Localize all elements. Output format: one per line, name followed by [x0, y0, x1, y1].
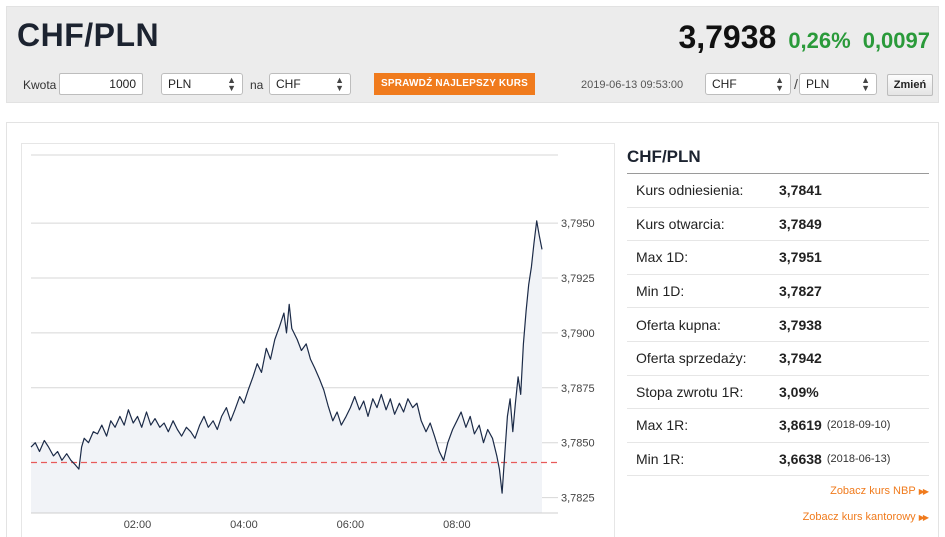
- stats-label: Min 1D:: [636, 283, 685, 300]
- stats-label: Max 1D:: [636, 249, 689, 266]
- base-currency-value: CHF: [712, 77, 737, 91]
- x-tick-label: 04:00: [230, 519, 258, 531]
- stats-value: 3,7938: [779, 316, 822, 333]
- quote-summary: 3,7938 0,26% 0,0097: [678, 19, 930, 56]
- change-percent: 0,26%: [788, 28, 851, 53]
- quote-header: CHF/PLN 3,7938 0,26% 0,0097 Kwota PLN ▲▼…: [6, 6, 939, 103]
- stats-sidebar: CHF/PLN Kurs odniesienia: 3,7841 Kurs otwa…: [627, 147, 929, 537]
- stats-row: Kurs otwarcia: 3,7849: [627, 208, 929, 242]
- stats-label: Oferta sprzedaży:: [636, 350, 747, 367]
- stats-title: CHF/PLN: [627, 147, 929, 174]
- stats-date: (2018-06-13): [826, 453, 891, 466]
- nbp-rate-link-label: Zobacz kurs NBP: [830, 485, 916, 498]
- to-currency-select[interactable]: CHF ▲ ▼: [269, 73, 351, 95]
- x-tick-label: 02:00: [124, 519, 152, 531]
- intraday-chart[interactable]: 3,7950 3,7925 3,7900 3,7875 3,7850 3,7825 02:0…: [21, 143, 615, 537]
- double-arrow-icon: ▶▶: [918, 513, 929, 523]
- quote-currency-select[interactable]: PLN ▲ ▼: [799, 73, 877, 95]
- stats-row: Kurs odniesienia: 3,7841: [627, 174, 929, 208]
- quote-timestamp: 2019-06-13 09:53:00: [581, 79, 684, 91]
- stats-row: Oferta kupna: 3,7938: [627, 308, 929, 342]
- stats-label: Stopa zwrotu 1R:: [636, 383, 744, 400]
- stats-value: 3,7951: [779, 249, 822, 266]
- stats-value: 3,09%: [779, 383, 819, 400]
- to-currency-value: CHF: [276, 77, 301, 91]
- amount-label: Kwota: [23, 78, 57, 92]
- select-arrows-icon: ▲ ▼: [227, 75, 236, 93]
- exchange-rate-link[interactable]: Zobacz kurs kantorowy ▶▶: [627, 511, 930, 524]
- stats-label: Kurs odniesienia:: [636, 182, 744, 199]
- pair-separator: /: [794, 76, 798, 92]
- change-absolute: 0,0097: [862, 28, 930, 53]
- stats-row: Stopa zwrotu 1R: 3,09%: [627, 376, 929, 410]
- y-tick-label: 3,7950: [561, 218, 595, 230]
- select-arrows-icon: ▲ ▼: [775, 75, 784, 93]
- current-price: 3,7938: [678, 19, 777, 55]
- converter-toolbar: Kwota PLN ▲▼ na CHF ▲▼ SPRAWDŹ NAJLEPSZY…: [7, 71, 938, 97]
- amount-input[interactable]: [59, 73, 143, 95]
- stats-row: Min 1R: 3,6638 (2018-06-13): [627, 443, 929, 477]
- stats-table: Kurs odniesienia: 3,7841 Kurs otwarcia: 3,7…: [627, 174, 929, 477]
- stats-value: 3,6638: [779, 451, 822, 468]
- y-tick-label: 3,7900: [561, 328, 595, 340]
- exchange-rate-link-label: Zobacz kurs kantorowy: [802, 511, 916, 524]
- nbp-rate-link[interactable]: Zobacz kurs NBP ▶▶: [627, 485, 929, 498]
- stats-value: 3,7942: [779, 350, 822, 367]
- stats-row: Max 1D: 3,7951: [627, 241, 929, 275]
- from-currency-value: PLN: [168, 77, 192, 91]
- stats-value: 3,7827: [779, 283, 822, 300]
- best-rate-button[interactable]: SPRAWDŹ NAJLEPSZY KURS: [374, 73, 536, 95]
- stats-date: (2018-09-10): [826, 419, 891, 432]
- stats-row: Max 1R: 3,8619 (2018-09-10): [627, 409, 929, 443]
- y-tick-label: 3,7925: [561, 273, 595, 285]
- chart-area: [31, 220, 542, 513]
- stats-row: Min 1D: 3,7827: [627, 275, 929, 309]
- to-label: na: [250, 78, 264, 92]
- links-block: Zobacz kurs NBP ▶▶ Zobacz kurs kantorowy ▶…: [627, 485, 930, 524]
- double-arrow-icon: ▶▶: [918, 487, 929, 497]
- chart-svg: 3,7950 3,7925 3,7900 3,7875 3,7850 3,7825 02:0…: [21, 143, 615, 537]
- y-tick-label: 3,7875: [561, 383, 595, 395]
- base-currency-select[interactable]: CHF ▲ ▼: [705, 73, 791, 95]
- main-panel: 3,7950 3,7925 3,7900 3,7875 3,7850 3,7825 02:0…: [6, 122, 939, 537]
- page-title: CHF/PLN: [17, 17, 160, 53]
- stats-label: Max 1R:: [636, 417, 689, 434]
- stats-value: 3,7841: [779, 182, 822, 199]
- quote-currency-value: PLN: [806, 77, 830, 91]
- stats-row: Oferta sprzedaży: 3,7942: [627, 342, 929, 376]
- select-arrows-icon: ▲ ▼: [335, 75, 344, 93]
- select-arrows-icon: ▲ ▼: [861, 75, 870, 93]
- x-tick-label: 08:00: [443, 519, 471, 531]
- stats-value: 3,7849: [779, 215, 822, 232]
- stats-label: Kurs otwarcia:: [636, 215, 725, 232]
- change-pair-button[interactable]: Zmień: [887, 74, 933, 96]
- stats-value: 3,8619: [779, 417, 822, 434]
- y-tick-label: 3,7850: [561, 438, 595, 450]
- stats-label: Min 1R:: [636, 451, 685, 468]
- stats-label: Oferta kupna:: [636, 316, 721, 333]
- from-currency-select[interactable]: PLN ▲ ▼: [161, 73, 243, 95]
- y-tick-label: 3,7825: [561, 493, 595, 505]
- x-tick-label: 06:00: [337, 519, 365, 531]
